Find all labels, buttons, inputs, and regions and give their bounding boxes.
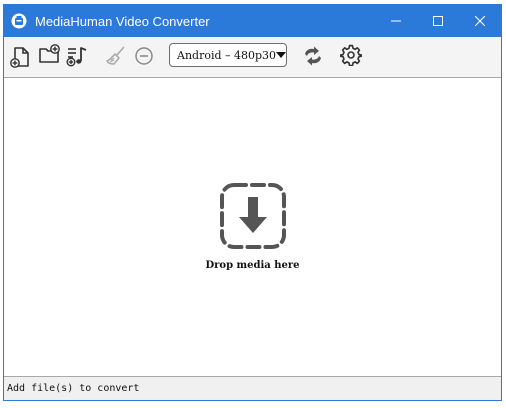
clear-list-button[interactable]	[104, 44, 128, 68]
close-icon	[475, 16, 485, 26]
add-music-button[interactable]	[65, 44, 89, 68]
add-file-icon	[10, 47, 29, 68]
status-text: Add file(s) to convert	[7, 383, 140, 394]
preset-dropdown[interactable]: Android – 480p30	[169, 43, 287, 67]
minus-circle-icon	[135, 47, 153, 65]
file-list-area[interactable]: Drop media here	[4, 78, 501, 377]
convert-arrows-icon	[305, 46, 321, 66]
close-button[interactable]	[459, 5, 501, 37]
settings-button[interactable]	[339, 43, 363, 67]
maximize-button[interactable]	[417, 5, 459, 37]
status-bar: Add file(s) to convert	[4, 376, 501, 400]
download-arrow-icon	[219, 182, 287, 250]
app-window: MediaHuman Video Converter Android – 480…	[3, 4, 502, 401]
gear-icon	[340, 44, 362, 66]
title-bar[interactable]: MediaHuman Video Converter	[4, 5, 501, 37]
drop-zone[interactable]: Drop media here	[4, 78, 501, 377]
add-folder-button[interactable]	[37, 43, 61, 67]
minimize-icon	[391, 20, 401, 22]
app-logo-icon	[11, 13, 27, 29]
remove-item-button[interactable]	[132, 44, 156, 68]
maximize-icon	[433, 16, 443, 26]
add-folder-icon	[39, 44, 60, 63]
drop-media-label: Drop media here	[205, 260, 300, 271]
add-music-icon	[66, 47, 87, 67]
broom-icon	[106, 46, 125, 65]
preset-selected-value: Android – 480p30	[177, 48, 277, 62]
toolbar: Android – 480p30	[4, 37, 501, 78]
minimize-button[interactable]	[375, 5, 417, 37]
chevron-down-icon	[276, 51, 287, 59]
window-title: MediaHuman Video Converter	[35, 13, 210, 29]
convert-button[interactable]	[301, 44, 325, 68]
window-controls	[375, 5, 501, 37]
add-file-button[interactable]	[8, 45, 32, 69]
